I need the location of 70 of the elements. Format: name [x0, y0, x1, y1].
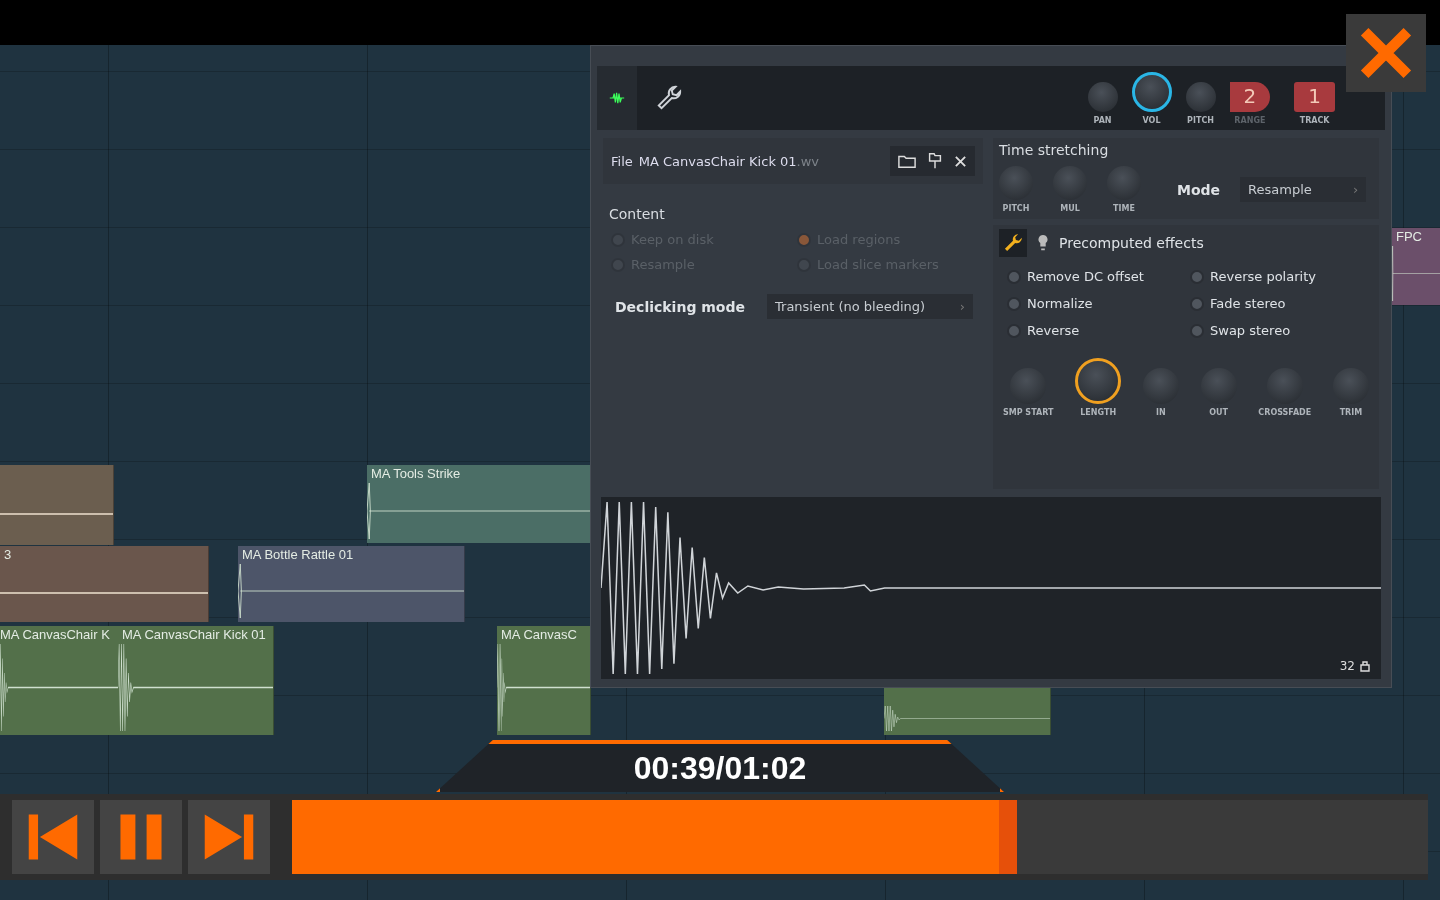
- waveform-icon[interactable]: [597, 66, 637, 130]
- clip-label: MA CanvasC: [501, 627, 577, 642]
- knob-label: PITCH: [1002, 204, 1030, 213]
- audio-clip[interactable]: [0, 465, 114, 545]
- previous-button[interactable]: [12, 800, 94, 874]
- range-label: RANGE: [1234, 115, 1266, 125]
- audio-clip[interactable]: MA Bottle Rattle 01: [238, 546, 465, 622]
- clip-label: MA Tools Strike: [371, 466, 461, 481]
- declicking-label: Declicking mode: [615, 298, 745, 315]
- wrench-icon[interactable]: [655, 84, 683, 112]
- file-name: MA CanvasChair Kick 01.wv: [638, 153, 821, 169]
- radio-button[interactable]: [1007, 323, 1021, 338]
- option-label: Normalize: [1027, 296, 1093, 311]
- section-title: Precomputed effects: [1059, 235, 1204, 251]
- close-button[interactable]: [1346, 14, 1426, 92]
- knob-label: TRIM: [1339, 408, 1363, 417]
- clip-label: MA CanvasChair K: [0, 627, 110, 642]
- audio-clip[interactable]: MA CanvasC: [497, 626, 591, 735]
- close-icon[interactable]: [954, 154, 967, 168]
- zoom-value: 32: [1339, 659, 1355, 673]
- range-value[interactable]: 2: [1229, 81, 1271, 112]
- radio-button[interactable]: [1190, 296, 1204, 311]
- bulb-icon[interactable]: [1037, 234, 1049, 252]
- progress-bar[interactable]: [292, 800, 1428, 874]
- clip-label: 3: [4, 547, 12, 562]
- knob[interactable]: [1075, 358, 1122, 404]
- knob-label: TIME: [1113, 204, 1135, 213]
- knob[interactable]: [1131, 71, 1172, 112]
- radio-button[interactable]: [1007, 269, 1021, 284]
- knob-label: MUL: [1060, 204, 1080, 213]
- knob-label: OUT: [1209, 408, 1228, 417]
- knob-label: PAN: [1093, 115, 1112, 125]
- pause-button[interactable]: [100, 800, 182, 874]
- lock-icon[interactable]: [1359, 660, 1371, 672]
- knob-label: LENGTH: [1080, 408, 1117, 417]
- clip-label: MA Bottle Rattle 01: [242, 547, 354, 562]
- track-label: TRACK: [1299, 115, 1330, 125]
- audio-clip[interactable]: 3: [0, 546, 209, 622]
- option-label: Reverse: [1027, 323, 1080, 338]
- radio-button[interactable]: [1190, 269, 1204, 284]
- knob-label: IN: [1156, 408, 1166, 417]
- audio-clip[interactable]: MA Tools Strike: [367, 465, 591, 543]
- file-label: File: [611, 153, 633, 169]
- option-label: Reverse polarity: [1210, 269, 1316, 284]
- knob-label: CROSSFADE: [1258, 408, 1312, 417]
- audio-clip[interactable]: [884, 688, 1051, 735]
- playback-time: 00:39/01:02: [633, 749, 807, 787]
- waveform-drawing: [1392, 246, 1440, 301]
- section-title: Content: [609, 206, 666, 222]
- knob-label: VOL: [1142, 115, 1161, 125]
- knob-label: PITCH: [1187, 115, 1214, 125]
- wrench-icon[interactable]: [999, 229, 1027, 257]
- radio-button[interactable]: [1007, 296, 1021, 311]
- next-button[interactable]: [188, 800, 270, 874]
- clip-label: FPC: [1396, 229, 1422, 244]
- audio-clip[interactable]: MA CanvasChair K: [0, 626, 119, 735]
- knob-label: SMP START: [1003, 408, 1054, 417]
- track-value[interactable]: 1: [1294, 81, 1335, 112]
- mode-dropdown[interactable]: Resample ›: [1240, 177, 1367, 202]
- radio-button[interactable]: [1190, 323, 1204, 338]
- option-label: Remove DC offset: [1027, 269, 1144, 284]
- audio-clip[interactable]: MA CanvasChair Kick 01: [118, 626, 274, 735]
- option-label: Fade stereo: [1210, 296, 1286, 311]
- clip-label: MA CanvasChair Kick 01: [122, 627, 266, 642]
- folder-pin-icon[interactable]: [926, 152, 944, 170]
- section-title: Time stretching: [999, 142, 1110, 158]
- option-label: Swap stereo: [1210, 323, 1291, 338]
- audio-clip[interactable]: FPC: [1392, 228, 1440, 305]
- declicking-dropdown[interactable]: Transient (no bleeding) ›: [767, 294, 973, 319]
- mode-label: Mode: [1177, 181, 1221, 198]
